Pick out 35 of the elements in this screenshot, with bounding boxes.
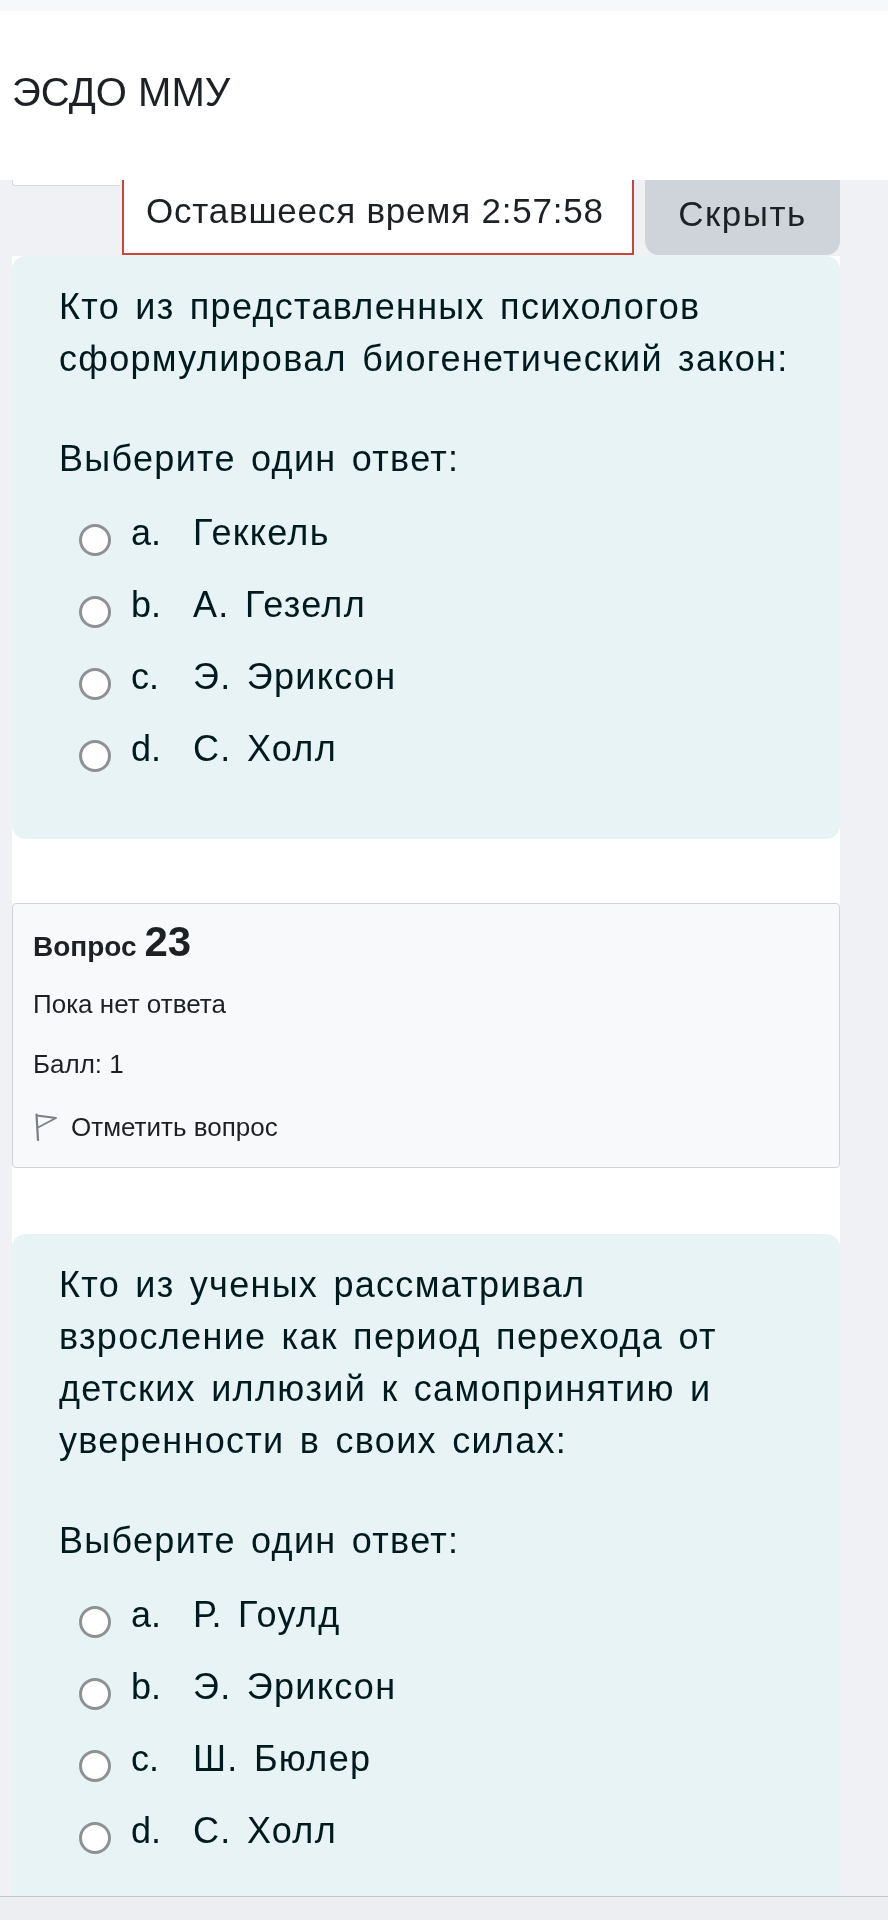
option-letter: b. [131,583,163,627]
answer-label[interactable]: А. Гезелл [193,583,366,627]
answer-label[interactable]: С. Холл [193,727,337,771]
grade-text: Балл: 1 [33,1048,125,1081]
answer-label[interactable]: Ш. Бюлер [193,1737,372,1781]
answer-label[interactable]: Э. Эриксон [193,1665,397,1709]
question-heading: Вопрос 23 [33,920,193,964]
timer-display: Оставшееся время 2:57:58 [122,180,634,255]
question-text: Кто из представленных психологов сформулировал биогенетический закон: [59,285,790,381]
option-letter: b. [131,1665,163,1709]
hide-button[interactable]: Скрыть [645,180,840,255]
option-letter: d. [131,1809,163,1853]
answer-label[interactable]: Геккель [193,511,330,555]
question-text: Кто из ученых рассматривал взросление как период перехода от детских иллюзий к самопринятию и уверенности в своих силах: [59,1263,718,1463]
radio-button[interactable] [79,1750,111,1782]
answer-prompt: Выберите один ответ: [59,1519,461,1563]
radio-button[interactable] [79,1822,111,1854]
answer-label[interactable]: С. Холл [193,1809,337,1853]
radio-button[interactable] [79,1678,111,1710]
option-letter: a. [131,511,163,555]
option-letter: c. [131,1737,160,1781]
answer-label[interactable]: Р. Гоулд [193,1593,341,1637]
radio-button[interactable] [79,524,111,556]
radio-button[interactable] [79,668,111,700]
flag-question-link[interactable]: Отметить вопрос [33,1107,278,1147]
radio-button[interactable] [79,740,111,772]
site-title[interactable]: ЭСДО ММУ [12,67,231,116]
option-letter: c. [131,655,160,699]
answer-status: Пока нет ответа [33,988,227,1021]
radio-button[interactable] [79,596,111,628]
radio-button[interactable] [79,1606,111,1638]
answer-label[interactable]: Э. Эриксон [193,655,397,699]
answer-prompt: Выберите один ответ: [59,437,461,481]
option-letter: d. [131,727,163,771]
option-letter: a. [131,1593,163,1637]
